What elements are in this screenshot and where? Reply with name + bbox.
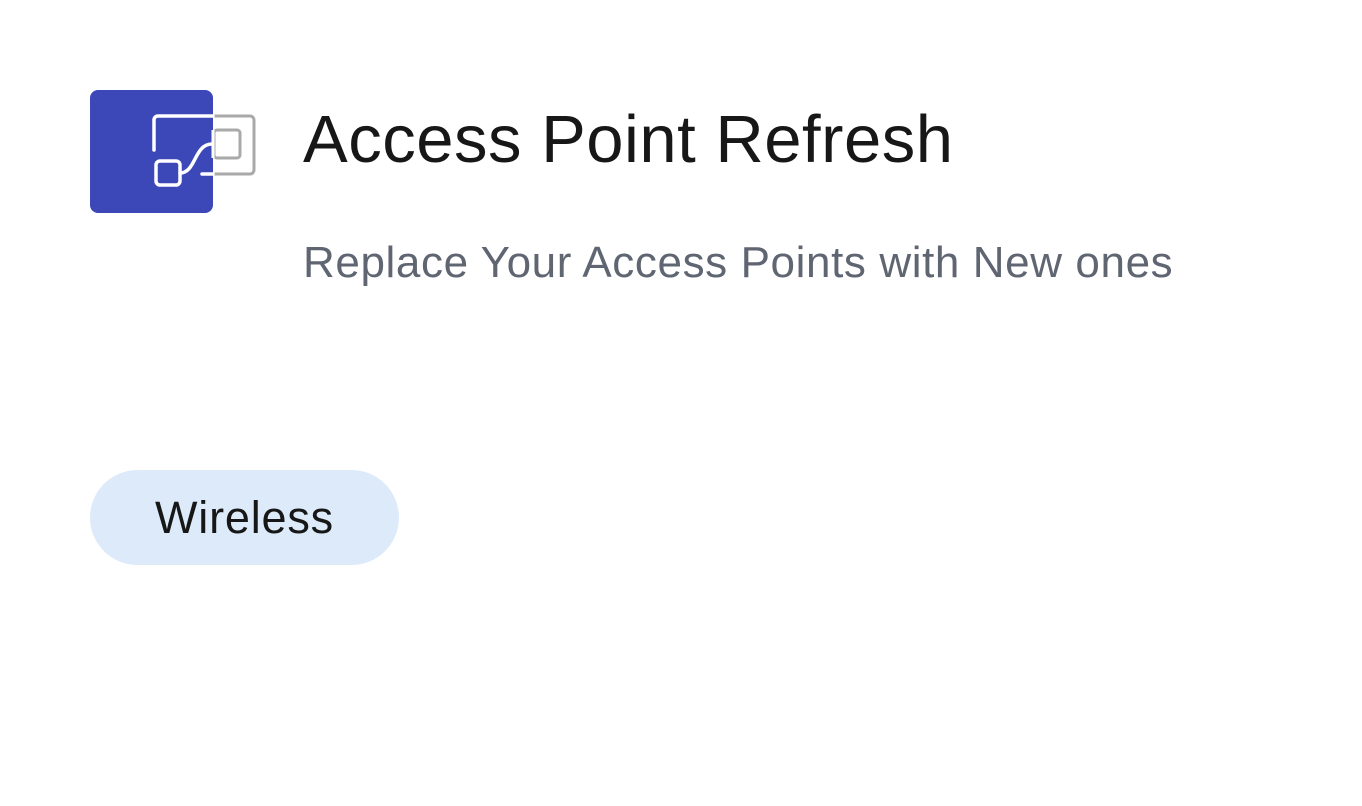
workflow-card[interactable]: Access Point Refresh Replace Your Access… xyxy=(0,0,1362,806)
card-description: Replace Your Access Points with New ones xyxy=(303,238,1174,287)
card-title: Access Point Refresh xyxy=(303,102,954,177)
tag-wireless[interactable]: Wireless xyxy=(90,470,399,565)
workflow-icon xyxy=(90,90,260,215)
